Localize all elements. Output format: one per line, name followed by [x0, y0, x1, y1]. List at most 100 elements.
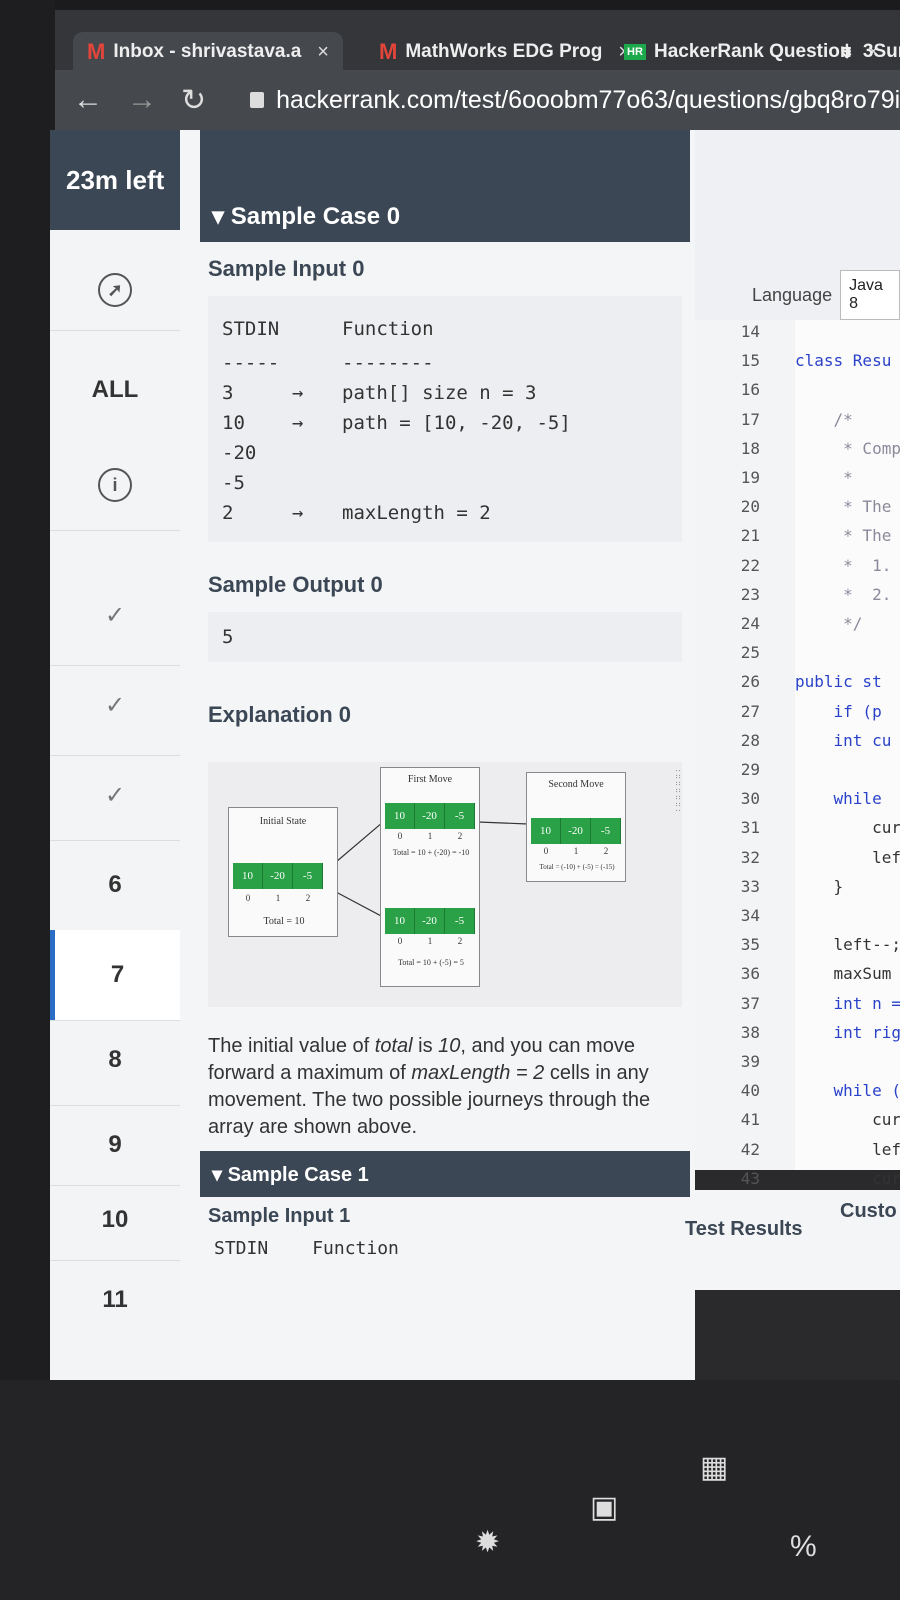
- rail-item-q3[interactable]: ✓: [50, 765, 180, 825]
- index: 1: [275, 893, 281, 903]
- explanation-text: The initial value of total is 10, and yo…: [200, 1007, 690, 1151]
- tab-mathworks[interactable]: M MathWorks EDG Prog ×: [365, 32, 644, 72]
- brightness-icon: ✹: [475, 1526, 501, 1559]
- cell: -20: [415, 908, 445, 934]
- screen-bezel-left: [0, 0, 55, 1400]
- index: 0: [245, 893, 251, 903]
- index: 2: [603, 846, 609, 856]
- line-number: 19: [740, 468, 760, 487]
- line-number: 22: [740, 555, 760, 575]
- code-line: currSum: [872, 1168, 900, 1188]
- code-line: class Resu: [795, 351, 892, 371]
- language-select[interactable]: Java 8: [840, 270, 900, 320]
- hackerrank-icon: HR: [624, 44, 646, 60]
- line-number: 23: [740, 584, 760, 604]
- first-cells: 10 -20 -5: [385, 803, 475, 829]
- second-total: Total = (-10) + (-5) = (-15): [539, 863, 615, 871]
- rail-item-q1[interactable]: ✓: [50, 585, 180, 645]
- check-icon: ✓: [104, 691, 126, 719]
- index: 0: [397, 831, 403, 841]
- rail-item-6[interactable]: 6: [50, 855, 180, 915]
- index: 0: [543, 846, 549, 856]
- alt-cells: 10 -20 -5: [385, 908, 475, 934]
- sample-case-1-header[interactable]: ▾ Sample Case 1: [200, 1151, 690, 1197]
- code-line: *: [795, 468, 853, 487]
- compass-icon: ➚: [98, 273, 132, 307]
- rail-item-8[interactable]: 8: [50, 1030, 180, 1090]
- rail-item-info[interactable]: i: [50, 455, 180, 515]
- tab-3sum[interactable]: ⇟ 3Sum: [825, 32, 900, 72]
- index-row: 0 1 2: [233, 893, 323, 903]
- function-header: Function: [312, 1238, 399, 1259]
- rail-item-11[interactable]: 11: [50, 1270, 180, 1330]
- address-bar[interactable]: hackerrank.com/test/6ooobm77o63/question…: [250, 86, 900, 115]
- code-line: currSu: [872, 1110, 900, 1130]
- index-row: 0 1 2: [531, 846, 621, 856]
- rail-item-all[interactable]: ALL: [50, 360, 180, 420]
- code-line: while (ri: [833, 1081, 900, 1101]
- tab-title: 3Sum: [862, 41, 900, 62]
- line-number: 16: [740, 380, 760, 400]
- resize-handle[interactable]: ::::::::::::: [675, 768, 689, 820]
- explanation-title: Explanation 0: [208, 702, 352, 727]
- line-number: 26: [740, 672, 760, 692]
- function-value: maxLength = 2: [342, 502, 491, 524]
- line-number: 14: [740, 322, 760, 341]
- code-line: * The: [795, 526, 892, 546]
- check-icon: ✓: [104, 781, 126, 809]
- cell: -20: [561, 818, 591, 844]
- tab-test-results[interactable]: Test Results: [685, 1218, 802, 1241]
- index: 2: [305, 893, 311, 903]
- tab-title: Inbox - shrivastava.a: [113, 41, 302, 62]
- rail-item-10[interactable]: 10: [50, 1190, 180, 1250]
- tab-inbox[interactable]: M Inbox - shrivastava.a ×: [73, 32, 343, 72]
- code-line: */: [795, 614, 863, 633]
- explain-var: 10: [438, 1035, 461, 1057]
- line-number: 40: [740, 1081, 760, 1101]
- sample-case-0-header[interactable]: ▾ Sample Case 0: [200, 190, 690, 242]
- line-number: 21: [740, 526, 760, 546]
- line-number: 41: [740, 1110, 760, 1130]
- forward-icon[interactable]: →: [127, 83, 157, 117]
- line-number: 25: [740, 643, 760, 663]
- stdin-value: -20: [222, 442, 257, 464]
- stdin-header: STDIN: [214, 1238, 269, 1259]
- second-cells: 10 -20 -5: [531, 818, 621, 844]
- index-row: 0 1 2: [385, 936, 475, 946]
- cell: -5: [293, 863, 323, 889]
- explanation-diagram: Initial State 10 -20 -5 0 1 2 Total = 10…: [208, 762, 682, 1007]
- rail-item-7[interactable]: 7: [50, 930, 180, 1020]
- line-number: 37: [740, 993, 760, 1013]
- code-line: * Comp: [795, 438, 900, 458]
- code-line: left--;: [795, 935, 900, 955]
- launchpad-icon: ▦: [700, 1451, 729, 1484]
- line-number: 34: [740, 906, 760, 925]
- initial-total: Total = 10: [263, 916, 305, 927]
- rail-item-q2[interactable]: ✓: [50, 675, 180, 735]
- tab-title: MathWorks EDG Prog: [405, 41, 603, 62]
- function-value: path = [10, -20, -5]: [342, 412, 571, 434]
- rail-item-9[interactable]: 9: [50, 1115, 180, 1175]
- cell: -20: [263, 863, 293, 889]
- line-number: 15: [740, 351, 760, 371]
- rail-item-compass[interactable]: ➚: [50, 260, 180, 320]
- line-number: 35: [740, 935, 760, 955]
- question-nav-rail: 23m left ➚ ALL i ✓ ✓ ✓ 6 7 8 9 10 11: [50, 130, 180, 1380]
- close-icon[interactable]: ×: [317, 41, 329, 64]
- index: 0: [397, 936, 403, 946]
- back-icon[interactable]: ←: [73, 83, 103, 117]
- leetcode-icon: ⇟: [839, 41, 855, 63]
- cell: -20: [415, 803, 445, 829]
- index: 1: [427, 936, 433, 946]
- code-line: int right: [833, 1022, 900, 1042]
- stdin-dashes: -----: [222, 352, 280, 374]
- code-line: int cu: [795, 730, 892, 750]
- sample-input-1-title: Sample Input 1: [208, 1205, 351, 1227]
- lock-icon: [250, 92, 265, 108]
- reload-icon[interactable]: ↻: [181, 83, 206, 118]
- sample-input-1-columns: STDIN Function: [200, 1232, 690, 1265]
- code-line: int n =: [795, 993, 900, 1013]
- tab-custom-input[interactable]: Custo: [840, 1200, 897, 1223]
- line-number: 17: [740, 409, 760, 429]
- line-number: 27: [740, 701, 760, 721]
